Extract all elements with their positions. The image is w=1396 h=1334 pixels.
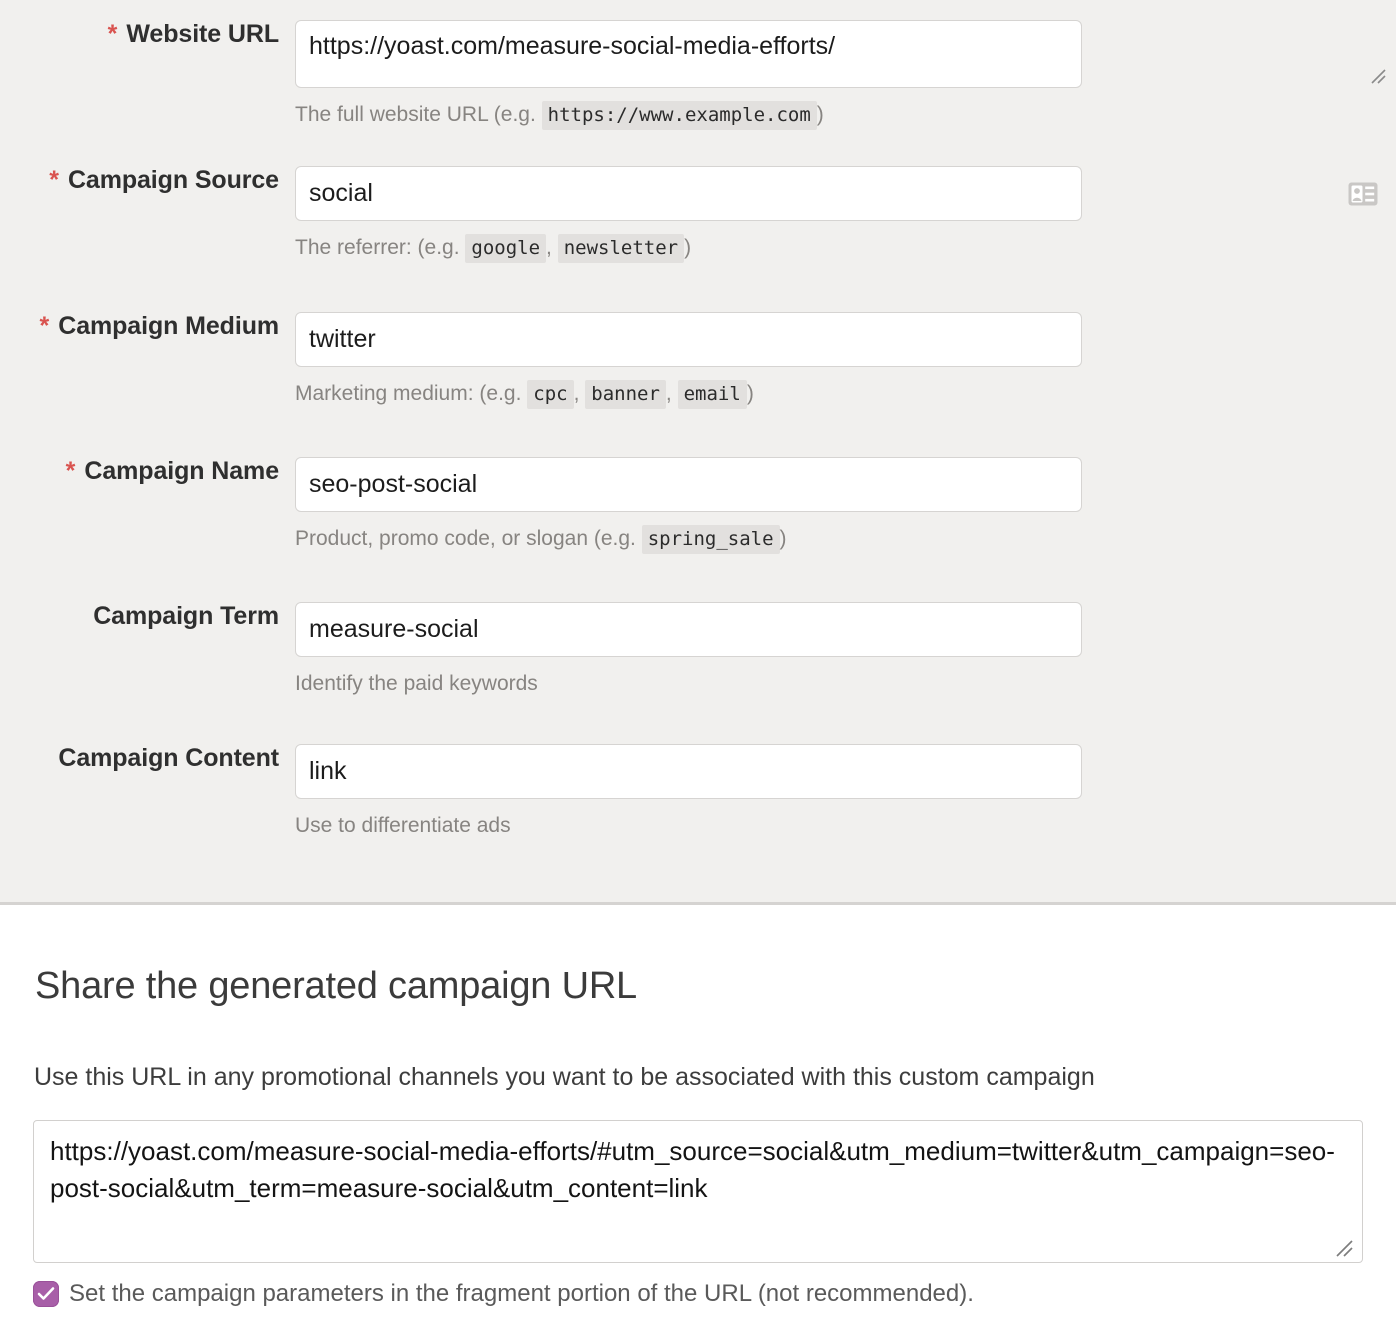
field-row-campaign-name: * Campaign Name Product, promo code, or s…: [0, 457, 1396, 549]
campaign-name-input[interactable]: [295, 457, 1082, 512]
label-col-campaign-content: Campaign Content: [0, 744, 295, 773]
help-text-campaign-source: The referrer: (e.g. google, newsletter): [295, 237, 1396, 258]
help-chip-example-url: https://www.example.com: [542, 101, 817, 130]
help-suffix-campaign-source: ): [684, 236, 691, 259]
share-section-subtitle: Use this URL in any promotional channels…: [34, 1065, 1095, 1090]
required-star-campaign-medium: *: [40, 312, 50, 341]
campaign-term-input[interactable]: [295, 602, 1082, 657]
fragment-checkbox-label: Set the campaign parameters in the fragm…: [69, 1282, 974, 1306]
help-suffix-website-url: ): [817, 103, 824, 126]
label-col-campaign-medium: * Campaign Medium: [0, 312, 295, 341]
help-suffix-campaign-name: ): [780, 527, 787, 550]
resize-grip-icon-website-url[interactable]: [1370, 68, 1386, 89]
help-chip-newsletter: newsletter: [558, 234, 684, 263]
campaign-source-input[interactable]: [295, 166, 1082, 221]
required-star-campaign-source: *: [49, 166, 59, 195]
control-col-campaign-source: The referrer: (e.g. google, newsletter): [295, 166, 1396, 258]
field-label-campaign-name: Campaign Name: [84, 457, 279, 486]
help-chip-google: google: [465, 234, 546, 263]
help-comma-2: ,: [574, 382, 580, 405]
help-prefix-campaign-source: The referrer: (e.g.: [295, 236, 460, 259]
fragment-checkbox[interactable]: [33, 1281, 59, 1307]
help-chip-spring-sale: spring_sale: [642, 525, 780, 554]
field-row-website-url: * Website URL The full website URL (e.g. …: [0, 20, 1396, 125]
field-row-campaign-content: Campaign Content Use to differentiate ad…: [0, 744, 1396, 836]
campaign-medium-input[interactable]: [295, 312, 1082, 367]
fragment-checkbox-row[interactable]: Set the campaign parameters in the fragm…: [33, 1281, 974, 1307]
field-label-website-url: Website URL: [126, 20, 279, 49]
control-col-campaign-term: Identify the paid keywords: [295, 602, 1396, 694]
field-label-campaign-term: Campaign Term: [93, 602, 279, 631]
help-suffix-campaign-medium: ): [747, 382, 754, 405]
help-chip-email: email: [678, 380, 747, 409]
help-prefix-campaign-name: Product, promo code, or slogan (e.g.: [295, 527, 636, 550]
help-text-campaign-content: Use to differentiate ads: [295, 815, 1396, 836]
help-prefix-campaign-medium: Marketing medium: (e.g.: [295, 382, 521, 405]
help-chip-banner: banner: [585, 380, 666, 409]
share-section-title: Share the generated campaign URL: [35, 967, 637, 1005]
checkmark-icon: [37, 1286, 55, 1302]
label-col-campaign-term: Campaign Term: [0, 602, 295, 631]
required-star-campaign-name: *: [66, 457, 76, 486]
field-row-campaign-source: * Campaign Source The referrer: (e.g. goo…: [0, 166, 1396, 258]
control-col-website-url: The full website URL (e.g. https://www.e…: [295, 20, 1396, 125]
label-col-website-url: * Website URL: [0, 20, 295, 49]
help-comma-1: ,: [546, 236, 552, 259]
share-campaign-url-section: Share the generated campaign URL Use thi…: [0, 905, 1396, 1331]
help-comma-3: ,: [666, 382, 672, 405]
help-text-campaign-medium: Marketing medium: (e.g. cpc, banner, ema…: [295, 383, 1396, 404]
control-col-campaign-medium: Marketing medium: (e.g. cpc, banner, ema…: [295, 312, 1396, 404]
label-col-campaign-source: * Campaign Source: [0, 166, 295, 195]
campaign-builder-form: * Website URL The full website URL (e.g. …: [0, 0, 1396, 905]
help-text-campaign-term: Identify the paid keywords: [295, 673, 1396, 694]
field-label-campaign-medium: Campaign Medium: [58, 312, 279, 341]
label-col-campaign-name: * Campaign Name: [0, 457, 295, 486]
field-row-campaign-medium: * Campaign Medium Marketing medium: (e.g.…: [0, 312, 1396, 404]
help-text-campaign-name: Product, promo code, or slogan (e.g. spr…: [295, 528, 1396, 549]
field-label-campaign-content: Campaign Content: [58, 744, 279, 773]
generated-url-textarea[interactable]: [33, 1120, 1363, 1263]
contact-card-icon[interactable]: [1348, 182, 1378, 206]
campaign-content-input[interactable]: [295, 744, 1082, 799]
control-col-campaign-name: Product, promo code, or slogan (e.g. spr…: [295, 457, 1396, 549]
website-url-input[interactable]: [295, 20, 1082, 88]
field-label-campaign-source: Campaign Source: [68, 166, 279, 195]
field-row-campaign-term: Campaign Term Identify the paid keywords: [0, 602, 1396, 694]
control-col-campaign-content: Use to differentiate ads: [295, 744, 1396, 836]
required-star-website-url: *: [108, 20, 118, 49]
help-chip-cpc: cpc: [527, 380, 573, 409]
help-text-website-url: The full website URL (e.g. https://www.e…: [295, 104, 1396, 125]
help-prefix-website-url: The full website URL (e.g.: [295, 103, 536, 126]
